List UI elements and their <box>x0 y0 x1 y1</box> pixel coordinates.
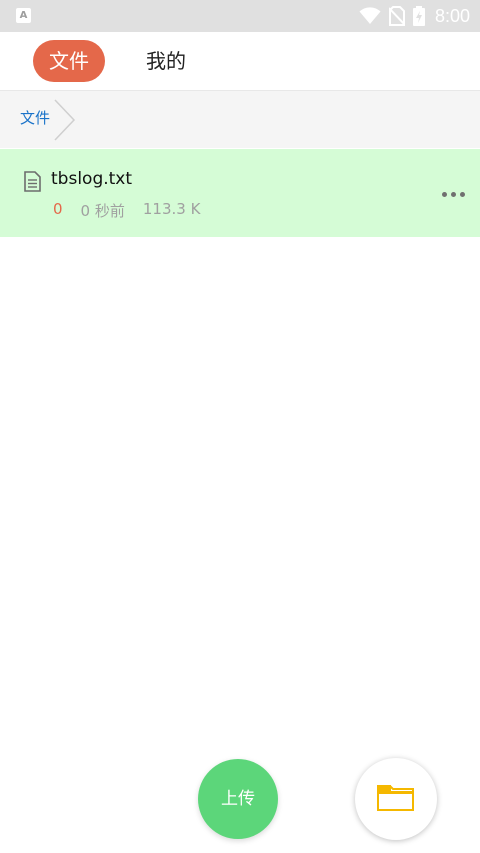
wifi-icon <box>359 7 381 24</box>
file-count: 0 <box>53 200 63 218</box>
file-name: tbslog.txt <box>51 169 133 189</box>
text-file-icon <box>24 171 41 192</box>
tab-files[interactable]: 文件 <box>33 40 105 82</box>
tab-mine[interactable]: 我的 <box>130 40 202 82</box>
no-sim-icon <box>388 6 405 26</box>
breadcrumb-root[interactable]: 文件 <box>20 91 50 148</box>
clock: 8:00 <box>434 5 470 26</box>
battery-charging-icon <box>412 6 425 26</box>
top-tab-bar: 文件 我的 <box>0 32 480 91</box>
status-bar: A 8:00 <box>0 0 480 32</box>
more-options-icon[interactable] <box>438 187 468 201</box>
breadcrumb-chevron-icon <box>54 99 76 141</box>
file-list-item[interactable]: tbslog.txt 0 0 秒前 113.3 K <box>0 149 480 237</box>
upload-button[interactable]: 上传 <box>198 759 278 839</box>
file-size: 113.3 K <box>142 200 201 218</box>
new-folder-button[interactable] <box>355 758 437 840</box>
folder-icon <box>377 785 414 811</box>
app-notification-icon: A <box>16 8 31 23</box>
file-meta: 0 0 秒前 113.3 K <box>53 200 200 221</box>
breadcrumb: 文件 <box>0 91 480 148</box>
file-time: 0 秒前 <box>80 202 125 220</box>
